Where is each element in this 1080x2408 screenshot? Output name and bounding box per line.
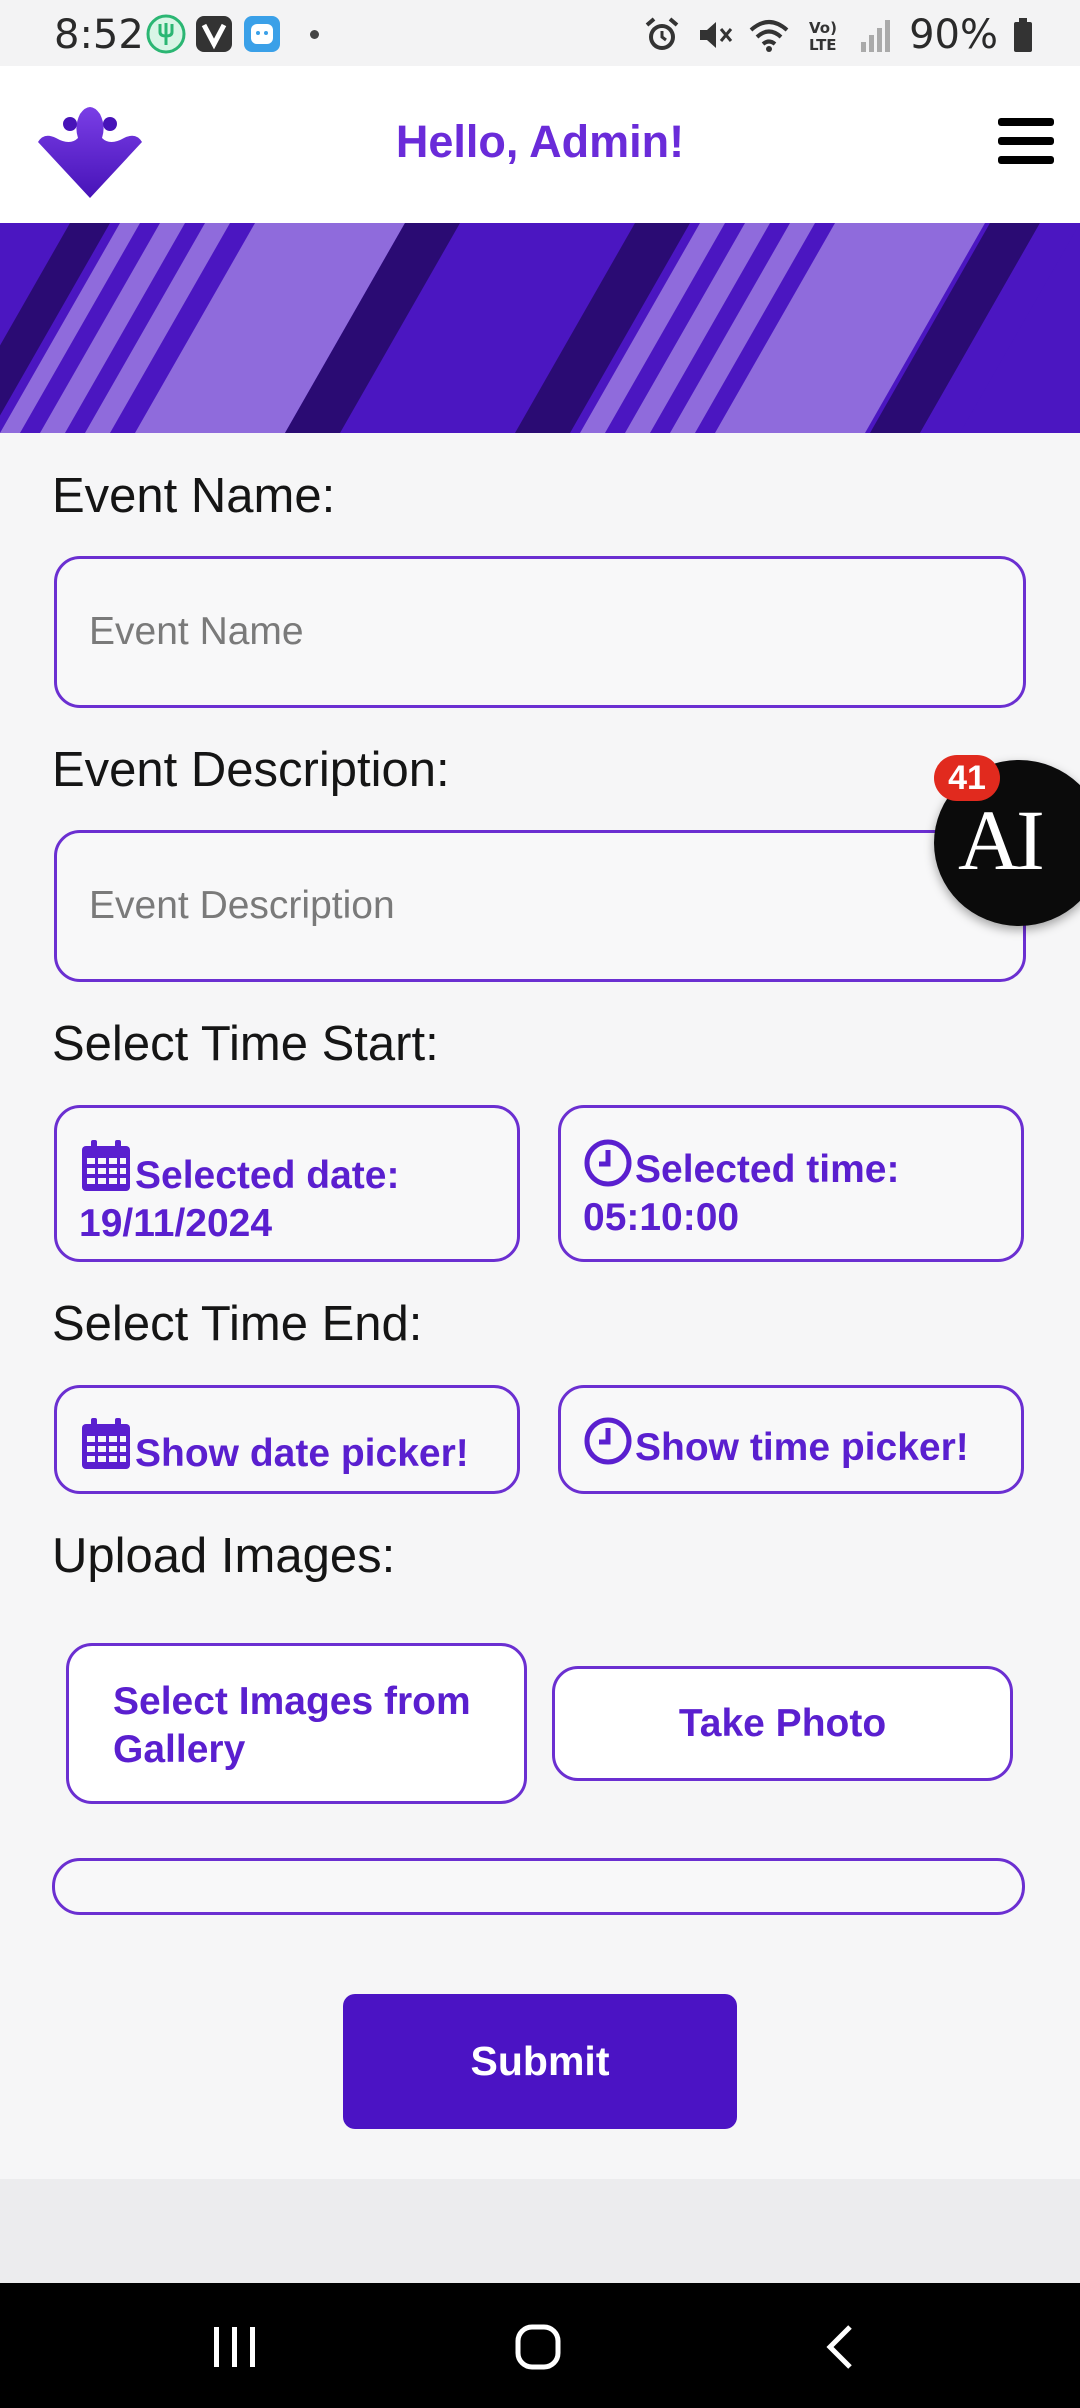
app-header: Hello, Admin! [0,66,1080,223]
fork-leaf-app-icon [146,14,186,54]
battery-percent: 90% [909,12,998,58]
svg-text:Vo): Vo) [809,19,837,37]
event-name-label: Event Name: [52,469,336,523]
start-date-button[interactable]: Selected date: 19/11/2024 [54,1105,520,1262]
gallery-button-line1: Select Images from [113,1680,471,1723]
stripe-pattern [0,223,1080,433]
submit-label: Submit [470,2038,610,2084]
wifi-icon [749,20,789,52]
back-icon[interactable] [822,2323,858,2371]
event-description-label: Event Description: [52,743,450,797]
hamburger-menu-icon[interactable] [998,118,1054,164]
volte-icon: Vo) LTE [809,19,837,54]
battery-icon [1014,18,1032,52]
notification-badge: 41 [934,755,1000,801]
svg-text:LTE: LTE [809,36,837,54]
event-name-field[interactable] [54,556,1026,708]
home-icon[interactable] [514,2323,562,2371]
status-bar: 8:52 Vo) LTE 90% [0,0,1080,66]
start-date-value: 19/11/2024 [79,1202,273,1245]
greeting-title: Hello, Admin! [395,116,685,167]
submit-button[interactable]: Submit [343,1994,737,2129]
recent-apps-icon[interactable] [212,2325,258,2369]
take-photo-button[interactable]: Take Photo [552,1666,1013,1781]
notification-icons [146,14,319,54]
take-photo-label: Take Photo [678,1701,887,1745]
start-time-button[interactable]: Selected time: 05:10:00 [558,1105,1024,1262]
upload-progress-bar [52,1858,1025,1915]
gallery-button-line2: Gallery [113,1728,246,1771]
face-app-icon [244,16,280,52]
clock-icon [584,1417,632,1465]
end-date-label: Show date picker! [135,1432,469,1475]
event-name-input[interactable] [57,559,1023,705]
calendar-icon [82,1418,130,1469]
end-time-label: Show time picker! [635,1426,969,1469]
event-description-field[interactable] [54,830,1026,982]
clock-icon [584,1139,632,1187]
select-gallery-button[interactable]: Select Images from Gallery [66,1643,527,1804]
start-time-value: 05:10:00 [583,1196,740,1239]
ai-label: AI [958,792,1045,888]
signal-icon [861,20,891,52]
alarm-icon [645,17,679,50]
upload-images-label: Upload Images: [52,1529,396,1583]
start-time-line1: Selected time: [635,1148,900,1191]
calendar-icon [82,1140,130,1191]
page-footer-area [0,2179,1080,2283]
status-time: 8:52 [54,12,144,58]
mute-icon [700,22,733,48]
system-navigation-bar [0,2283,1080,2408]
system-icons: Vo) LTE 90% [643,12,1034,58]
end-date-button[interactable]: Show date picker! [54,1385,520,1494]
decorative-banner [0,223,1080,433]
event-description-input[interactable] [57,833,1023,979]
time-start-label: Select Time Start: [52,1017,439,1071]
time-end-label: Select Time End: [52,1297,423,1351]
v-app-icon [196,16,232,52]
more-notifications-dot [310,29,319,39]
start-date-line1: Selected date: [135,1154,400,1197]
end-time-button[interactable]: Show time picker! [558,1385,1024,1494]
